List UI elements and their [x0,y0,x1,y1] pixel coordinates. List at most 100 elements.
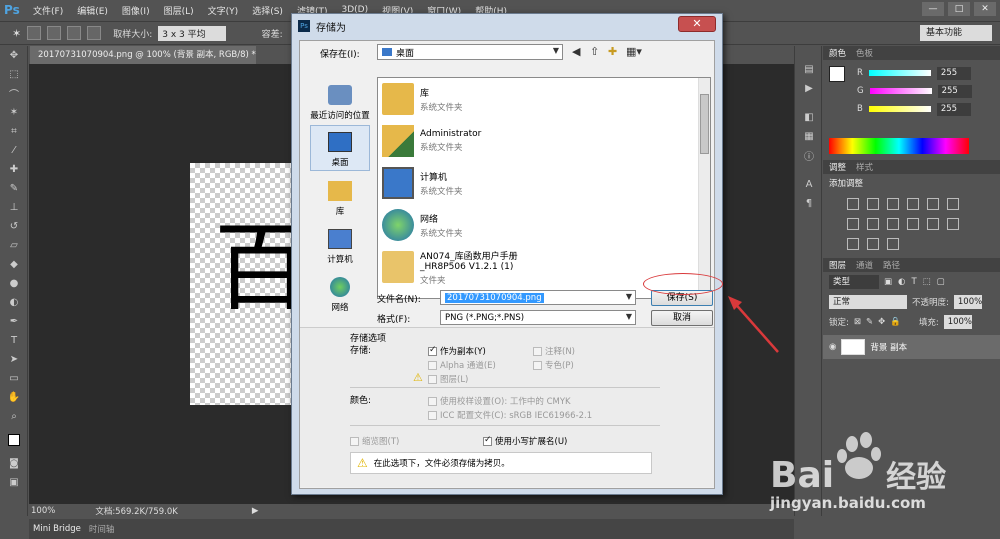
minimize-button[interactable]: — [922,2,944,16]
opacity-input[interactable]: 100% [953,295,982,309]
hand-tool-icon[interactable]: ✋ [0,388,28,407]
tab-mini-bridge[interactable]: Mini Bridge [33,524,81,534]
opt-icc[interactable]: ICC 配置文件(C): sRGB IEC61966-2.1 [428,409,592,421]
cancel-button[interactable]: 取消 [651,310,713,326]
marquee-tool-icon[interactable]: ⬚ [0,65,28,84]
thumbnail-checkbox[interactable] [350,437,359,446]
place-library[interactable]: 库 [310,173,370,219]
place-desktop[interactable]: 桌面 [310,125,370,171]
hue-sat-icon[interactable] [947,198,959,210]
gradient-map-icon[interactable] [867,238,879,250]
dodge-tool-icon[interactable]: ◐ [0,293,28,312]
selection-subtract-icon[interactable] [67,26,82,40]
tab-swatches[interactable]: 色板 [856,47,873,59]
menu-type[interactable]: 文字(Y) [201,4,246,17]
zoom-tool-icon[interactable]: ⌕ [0,407,28,426]
channel-mixer-icon[interactable] [907,218,919,230]
color-spectrum[interactable] [829,138,969,154]
file-item[interactable]: Administrator 系统文件夹 [378,120,710,162]
dialog-close-button[interactable]: ✕ [678,16,716,32]
invert-icon[interactable] [927,218,939,230]
eyedropper-tool-icon[interactable]: ⁄ [0,141,28,160]
fill-input[interactable]: 100% [943,315,972,329]
lowercase-checkbox[interactable] [483,435,492,446]
maximize-button[interactable]: □ [948,2,970,16]
levels-icon[interactable] [867,198,879,210]
selection-add-icon[interactable] [47,26,62,40]
workspace-select[interactable]: 基本功能 [920,25,992,41]
dialog-titlebar[interactable]: Ps 存储为 ✕ [292,14,722,38]
file-item[interactable]: 计算机 系统文件夹 [378,162,710,204]
file-item[interactable]: 网络 系统文件夹 [378,204,710,246]
adjust-panel-icon[interactable]: ◧ [795,108,823,127]
brush-tool-icon[interactable]: ✎ [0,179,28,198]
magic-wand-icon[interactable]: ✶ [0,103,28,122]
tab-layers[interactable]: 图层 [829,259,846,271]
opt-spot[interactable]: 专色(P) [533,359,574,371]
menu-layer[interactable]: 图层(L) [157,4,201,17]
brightness-icon[interactable] [847,198,859,210]
tab-styles[interactable]: 样式 [856,161,873,173]
character-panel-icon[interactable]: A [795,175,823,194]
close-window-button[interactable]: ✕ [974,2,996,16]
visibility-eye-icon[interactable]: ◉ [829,342,836,352]
status-arrow-icon[interactable]: ▶ [252,506,259,516]
opt-proof[interactable]: 使用校样设置(O): 工作中的 CMYK [428,395,571,407]
menu-image[interactable]: 图像(I) [115,4,157,17]
eraser-tool-icon[interactable]: ▱ [0,236,28,255]
icc-checkbox[interactable] [428,411,437,420]
layer-item[interactable]: ◉ 背景 副本 [823,335,1000,359]
history-panel-icon[interactable]: ▤ [795,60,823,79]
opt-as-copy[interactable]: 作为副本(Y) [428,345,486,357]
file-item[interactable]: 库系统文件夹 [378,78,710,120]
magic-wand-tool-icon[interactable]: ✶ [12,27,21,40]
pen-tool-icon[interactable]: ✒ [0,312,28,331]
selective-color-icon[interactable] [887,238,899,250]
tab-channels[interactable]: 通道 [856,259,873,271]
sample-size-select[interactable]: 3 x 3 平均 [158,25,226,41]
curves-icon[interactable] [887,198,899,210]
menu-select[interactable]: 选择(S) [245,4,290,17]
file-list-scrollbar[interactable] [698,78,710,298]
blur-tool-icon[interactable]: ● [0,274,28,293]
clone-stamp-icon[interactable]: ⊥ [0,198,28,217]
back-arrow-icon[interactable]: ◀ [572,45,580,58]
scrollbar-thumb[interactable] [700,94,709,154]
opt-layers[interactable]: 图层(L) [428,373,468,385]
color-balance-icon[interactable] [847,218,859,230]
opt-lowercase[interactable]: 使用小写扩展名(U) [483,435,567,447]
lasso-tool-icon[interactable]: ⌒ [0,84,28,103]
rectangle-tool-icon[interactable]: ▭ [0,369,28,388]
tab-timeline[interactable]: 时间轴 [89,523,115,535]
view-menu-icon[interactable]: ▦▾ [626,45,642,58]
place-network[interactable]: 网络 [310,269,370,315]
place-recent[interactable]: 最近访问的位置 [310,77,370,123]
posterize-icon[interactable] [947,218,959,230]
exposure-icon[interactable] [907,198,919,210]
properties-panel-icon[interactable]: ▦ [795,127,823,146]
filename-input[interactable]: 20170731070904.png ▼ [440,290,636,305]
bw-icon[interactable] [867,218,879,230]
slider-b[interactable] [868,106,931,112]
new-folder-icon[interactable]: ✚ [608,45,617,58]
document-tab[interactable]: 20170731070904.png @ 100% (背景 副本, RGB/8)… [30,46,256,64]
blend-mode-select[interactable]: 正常 [829,295,907,309]
opt-alpha[interactable]: Alpha 通道(E) [428,359,496,371]
tab-color[interactable]: 颜色 [829,47,846,59]
paint-bucket-icon[interactable]: ◆ [0,255,28,274]
opt-notes[interactable]: 注释(N) [533,345,575,357]
slider-g[interactable] [869,88,932,94]
paragraph-panel-icon[interactable]: ¶ [795,194,823,213]
zoom-level[interactable]: 100% [31,506,55,516]
value-g[interactable]: 255 [937,84,972,98]
filter-kind-select[interactable]: 类型 [829,275,879,289]
save-in-select[interactable]: 桌面 ▼ [377,44,563,60]
menu-file[interactable]: 文件(F) [26,4,70,17]
menu-edit[interactable]: 编辑(E) [70,4,115,17]
color-swatches-icon[interactable] [0,426,28,454]
type-tool-icon[interactable]: T [0,331,28,350]
tab-adjustments[interactable]: 调整 [829,161,846,173]
format-select[interactable]: PNG (*.PNG;*.PNS) ▼ [440,310,636,325]
notes-checkbox[interactable] [533,347,542,356]
spot-checkbox[interactable] [533,361,542,370]
